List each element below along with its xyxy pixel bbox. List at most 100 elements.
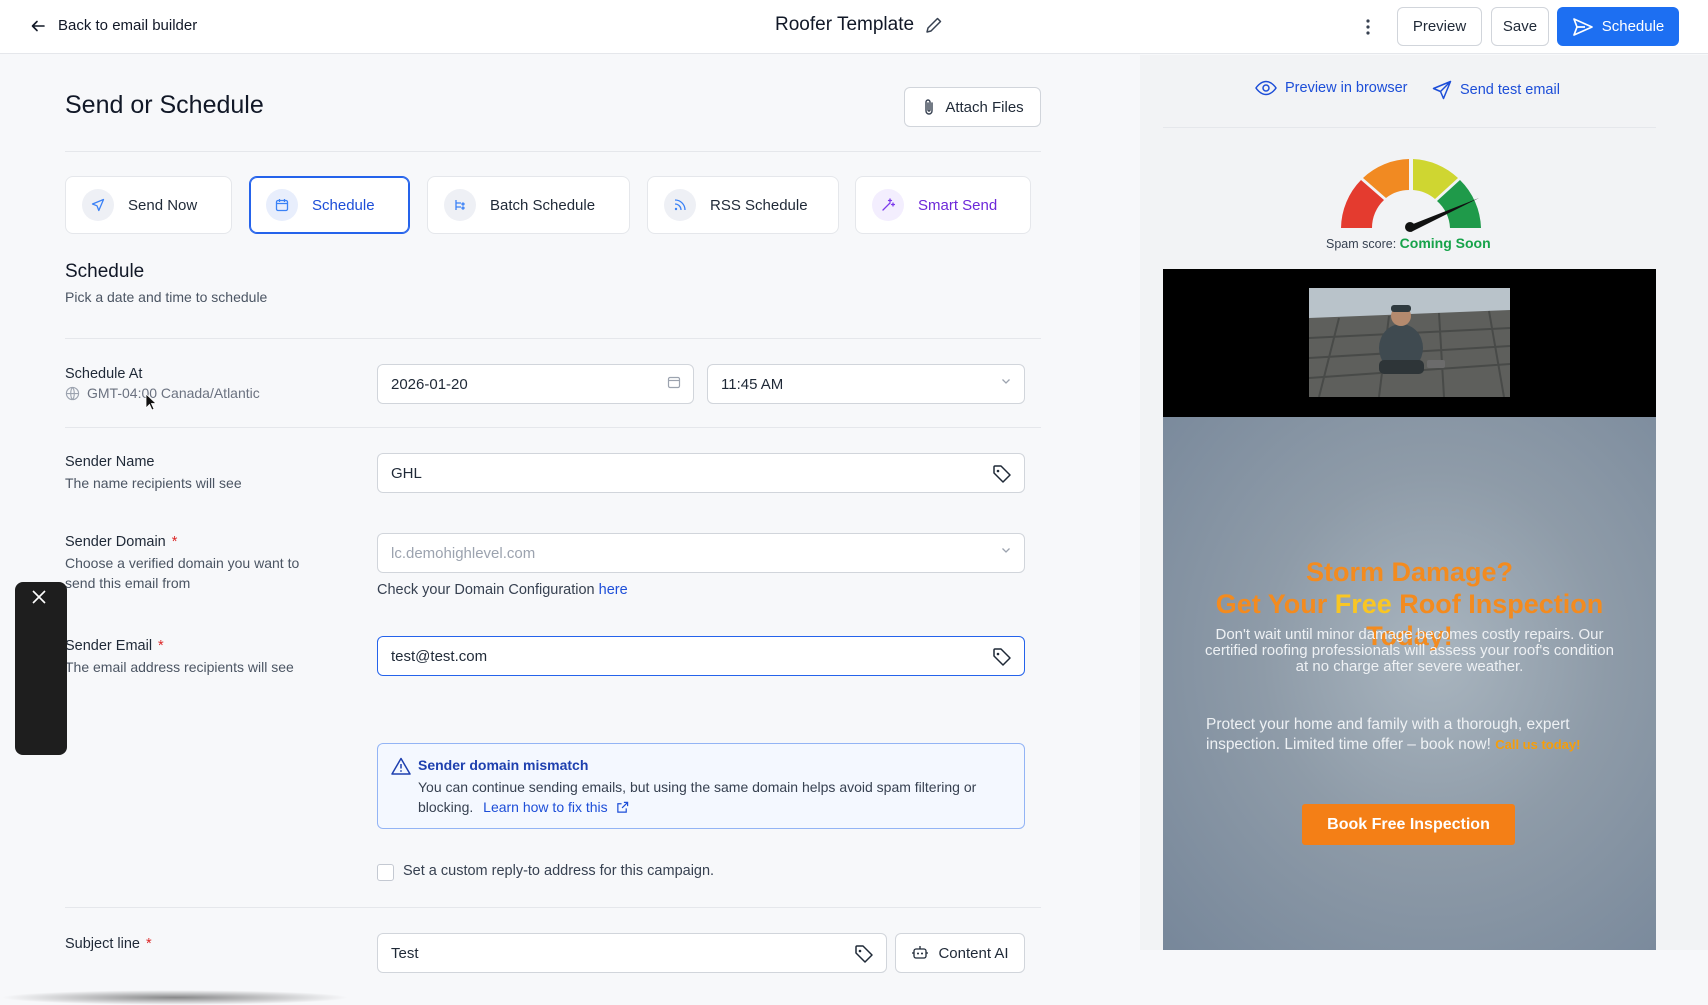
domain-config-prefix: Check your Domain Configuration — [377, 582, 595, 598]
section-title: Schedule — [65, 261, 145, 282]
spam-score-label: Spam score: — [1326, 237, 1397, 251]
timezone: GMT-04:00 Canada/Atlantic — [65, 383, 260, 403]
send-icon — [1572, 17, 1593, 36]
tag-icon[interactable] — [992, 464, 1012, 484]
send-test-email-link[interactable]: Send test email — [1432, 80, 1560, 100]
email-paragraph-2: Protect your home and family with a thor… — [1206, 715, 1626, 755]
sender-email-input[interactable]: test@test.com — [377, 636, 1025, 676]
roofer-photo — [1309, 288, 1510, 397]
tab-schedule[interactable]: Schedule — [249, 176, 410, 234]
save-button[interactable]: Save — [1491, 7, 1549, 46]
batch-icon — [444, 189, 476, 221]
email-header-band — [1163, 269, 1656, 417]
calendar-icon — [266, 189, 298, 221]
back-label: Back to email builder — [58, 17, 198, 34]
tab-label: Schedule — [312, 196, 375, 214]
divider — [1163, 127, 1656, 128]
schedule-button[interactable]: Schedule — [1557, 7, 1679, 46]
send-icon — [82, 189, 114, 221]
timezone-text: GMT-04:00 Canada/Atlantic — [87, 385, 260, 401]
email-paragraph-1: Don't wait until minor damage becomes co… — [1205, 626, 1614, 675]
divider — [65, 907, 1041, 908]
close-icon[interactable] — [32, 590, 46, 604]
toast-shadow — [0, 990, 350, 1005]
sender-name-sublabel: The name recipients will see — [65, 475, 242, 491]
sparkle-icon — [872, 189, 904, 221]
paperclip-icon — [925, 99, 934, 115]
schedule-time-select[interactable]: 11:45 AM — [707, 364, 1025, 404]
sender-domain-label-text: Sender Domain — [65, 534, 166, 550]
floating-side-panel — [15, 582, 67, 755]
subject-value: Test — [391, 944, 419, 962]
spam-score: Spam score: Coming Soon — [1326, 235, 1491, 251]
domain-config-link[interactable]: here — [599, 582, 628, 598]
subject-input[interactable]: Test — [377, 933, 887, 973]
more-options-icon[interactable] — [1358, 14, 1378, 40]
headline-free: Free — [1334, 589, 1392, 619]
tab-batch-schedule[interactable]: Batch Schedule — [427, 176, 630, 234]
send-test-email-label: Send test email — [1460, 82, 1560, 98]
edit-pencil-icon[interactable] — [924, 15, 944, 35]
headline-part: Roof Inspection — [1391, 589, 1604, 619]
sender-name-input[interactable]: GHL — [377, 453, 1025, 493]
call-us-text: Call us today! — [1495, 737, 1581, 752]
sender-domain-select[interactable]: lc.demohighlevel.com — [377, 533, 1025, 573]
send-schedule-panel: Send or Schedule Attach Files Send Now S… — [0, 55, 1140, 1005]
chevron-down-icon — [1000, 544, 1012, 556]
sender-email-sublabel: The email address recipients will see — [65, 659, 294, 675]
page-title: Send or Schedule — [65, 91, 264, 119]
tab-label: Send Now — [128, 196, 198, 214]
rss-icon — [664, 189, 696, 221]
domain-mismatch-alert: Sender domain mismatch You can continue … — [377, 743, 1025, 829]
reply-to-label: Set a custom reply-to address for this c… — [403, 863, 715, 879]
back-to-builder-link[interactable]: Back to email builder — [30, 17, 197, 34]
tab-send-now[interactable]: Send Now — [65, 176, 232, 234]
domain-config-text: Check your Domain Configuration here — [377, 582, 628, 598]
tab-label: RSS Schedule — [710, 196, 808, 214]
sender-domain-sublabel: Choose a verified domain you want to sen… — [65, 553, 299, 593]
headline-line1: Storm Damage? — [1305, 557, 1514, 587]
eye-icon — [1255, 80, 1277, 96]
tag-icon[interactable] — [854, 944, 874, 964]
divider — [65, 338, 1041, 339]
attach-files-button[interactable]: Attach Files — [904, 87, 1041, 127]
tab-smart-send[interactable]: Smart Send — [855, 176, 1031, 234]
content-ai-button[interactable]: Content AI — [895, 933, 1025, 973]
tag-icon[interactable] — [992, 647, 1012, 667]
preview-in-browser-link[interactable]: Preview in browser — [1255, 80, 1408, 96]
divider — [65, 427, 1041, 428]
schedule-date-input[interactable]: 2026-01-20 — [377, 364, 694, 404]
sender-name-value: GHL — [391, 464, 422, 482]
template-title: Roofer Template — [775, 14, 944, 36]
alert-message: You can continue sending emails, but usi… — [418, 777, 1018, 817]
section-subtitle: Pick a date and time to schedule — [65, 289, 268, 305]
alert-title: Sender domain mismatch — [418, 757, 589, 773]
required-marker: * — [158, 638, 164, 654]
spam-score-value: Coming Soon — [1399, 235, 1491, 251]
arrow-left-icon — [31, 20, 45, 31]
headline-line2: Get Your Free Roof Inspection — [1163, 588, 1656, 620]
preview-button[interactable]: Preview — [1397, 7, 1482, 46]
tab-label: Smart Send — [918, 196, 998, 214]
time-value: 11:45 AM — [721, 375, 784, 393]
chevron-down-icon — [1000, 375, 1012, 387]
learn-fix-link[interactable]: Learn how to fix this — [483, 799, 628, 815]
sender-domain-placeholder: lc.demohighlevel.com — [391, 544, 536, 562]
preview-in-browser-label: Preview in browser — [1285, 80, 1408, 96]
reply-to-checkbox[interactable] — [377, 864, 394, 881]
sender-name-label: Sender Name — [65, 454, 155, 470]
external-link-icon — [616, 801, 628, 813]
send-icon — [1432, 80, 1452, 100]
sender-email-value: test@test.com — [391, 647, 488, 665]
book-inspection-button[interactable]: Book Free Inspection — [1302, 804, 1515, 845]
top-bar: Back to email builder Roofer Template Pr… — [0, 0, 1708, 54]
tab-rss-schedule[interactable]: RSS Schedule — [647, 176, 839, 234]
sender-email-label-text: Sender Email — [65, 638, 153, 654]
schedule-at-label: Schedule At — [65, 366, 143, 382]
globe-icon — [65, 386, 80, 400]
template-title-text: Roofer Template — [775, 14, 915, 35]
email-body — [1163, 417, 1656, 950]
required-marker: * — [171, 534, 178, 550]
attach-files-label: Attach Files — [945, 98, 1024, 116]
tab-label: Batch Schedule — [490, 196, 596, 214]
